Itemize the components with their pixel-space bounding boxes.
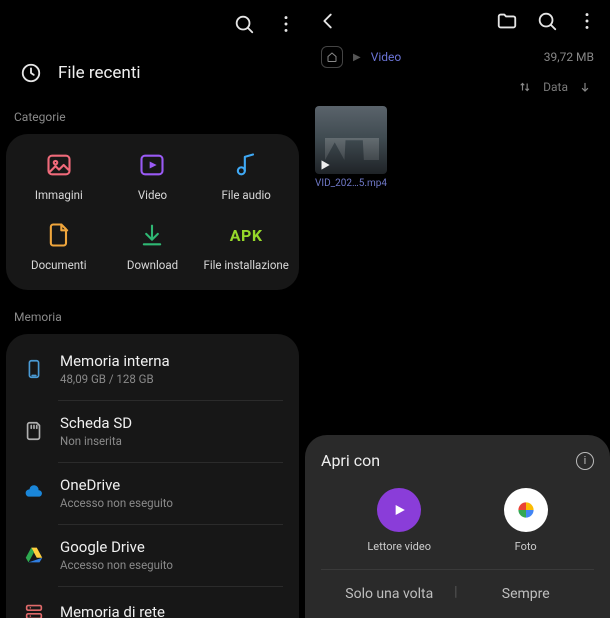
phone-icon xyxy=(22,357,46,381)
search-icon[interactable] xyxy=(536,10,558,32)
storage-sub: Accesso non eseguito xyxy=(60,496,173,510)
recent-files-label: File recenti xyxy=(58,63,141,83)
arrow-down-icon xyxy=(578,80,592,94)
download-icon xyxy=(137,220,167,250)
app-video-player[interactable]: Lettore video xyxy=(367,488,431,553)
apk-icon: APK xyxy=(231,220,261,250)
more-icon[interactable] xyxy=(275,13,297,35)
folder-toolbar xyxy=(305,0,610,38)
play-icon xyxy=(318,157,332,171)
onedrive-icon xyxy=(22,481,46,505)
storage-title: Google Drive xyxy=(60,538,173,556)
file-name: VID_202…5.mp4 xyxy=(315,178,387,189)
info-icon[interactable]: i xyxy=(576,452,594,470)
storage-internal[interactable]: Memoria interna 48,09 GB / 128 GB xyxy=(6,338,299,400)
categories-header: Categorie xyxy=(0,106,305,134)
video-thumbnail xyxy=(315,106,387,174)
category-download[interactable]: Download xyxy=(106,220,200,272)
storage-title: Memoria di rete xyxy=(60,603,165,618)
storage-gdrive[interactable]: Google Drive Accesso non eseguito xyxy=(6,524,299,586)
storage-sd[interactable]: Scheda SD Non inserita xyxy=(6,400,299,462)
open-once-button[interactable]: Solo una volta xyxy=(321,570,458,618)
app-label: Lettore video xyxy=(367,540,431,553)
storage-sub: Accesso non eseguito xyxy=(60,558,173,572)
storage-title: Scheda SD xyxy=(60,414,132,432)
video-icon xyxy=(137,150,167,180)
chevron-right-icon: ▶ xyxy=(353,52,361,63)
network-storage-icon xyxy=(22,600,46,618)
breadcrumb: ▶ Video 39,72 MB xyxy=(305,38,610,72)
back-icon[interactable] xyxy=(317,10,339,32)
open-always-button[interactable]: Sempre xyxy=(458,570,595,618)
audio-icon xyxy=(231,150,261,180)
file-item[interactable]: VID_202…5.mp4 xyxy=(315,106,387,189)
app-label: Foto xyxy=(515,540,537,553)
category-audio[interactable]: File audio xyxy=(199,150,293,202)
category-label: File installazione xyxy=(203,258,288,272)
storage-title: OneDrive xyxy=(60,476,173,494)
google-drive-icon xyxy=(22,543,46,567)
new-folder-icon[interactable] xyxy=(496,10,518,32)
search-icon[interactable] xyxy=(233,13,255,35)
storage-card: Memoria interna 48,09 GB / 128 GB Scheda… xyxy=(6,334,299,618)
open-with-sheet: Apri con i Lettore video Foto Solo una v… xyxy=(305,435,610,618)
storage-sub: Non inserita xyxy=(60,434,132,448)
categories-card: Immagini Video File audio Documenti xyxy=(6,134,299,290)
google-photos-icon xyxy=(504,488,548,532)
category-label: Immagini xyxy=(35,188,83,202)
toolbar xyxy=(0,0,305,48)
category-immagini[interactable]: Immagini xyxy=(12,150,106,202)
recent-files-row[interactable]: File recenti xyxy=(0,48,305,106)
more-icon[interactable] xyxy=(576,10,598,32)
storage-network[interactable]: Memoria di rete xyxy=(6,586,299,618)
app-google-photos[interactable]: Foto xyxy=(504,488,548,553)
video-player-icon xyxy=(377,488,421,532)
storage-sub: 48,09 GB / 128 GB xyxy=(60,372,170,386)
sort-label: Data xyxy=(543,80,568,94)
sheet-title: Apri con xyxy=(321,451,380,470)
sheet-actions: Solo una volta Sempre xyxy=(321,569,594,618)
category-label: Documenti xyxy=(31,258,87,272)
storage-onedrive[interactable]: OneDrive Accesso non eseguito xyxy=(6,462,299,524)
breadcrumb-current[interactable]: Video xyxy=(371,50,402,64)
sort-icon xyxy=(519,80,533,94)
category-label: Download xyxy=(127,258,178,272)
folder-size: 39,72 MB xyxy=(544,50,594,64)
category-apk[interactable]: APK File installazione xyxy=(199,220,293,272)
category-label: File audio xyxy=(221,188,270,202)
folder-view: ▶ Video 39,72 MB Data VID_202…5.mp4 Apri… xyxy=(305,0,610,618)
image-icon xyxy=(44,150,74,180)
category-label: Video xyxy=(138,188,167,202)
document-icon xyxy=(44,220,74,250)
storage-header: Memoria xyxy=(0,306,305,334)
sd-card-icon xyxy=(22,419,46,443)
storage-title: Memoria interna xyxy=(60,352,170,370)
file-manager-home: File recenti Categorie Immagini Video F xyxy=(0,0,305,618)
category-video[interactable]: Video xyxy=(106,150,200,202)
clock-icon xyxy=(20,62,42,84)
sort-row[interactable]: Data xyxy=(305,72,610,98)
category-documenti[interactable]: Documenti xyxy=(12,220,106,272)
home-icon[interactable] xyxy=(321,46,343,68)
